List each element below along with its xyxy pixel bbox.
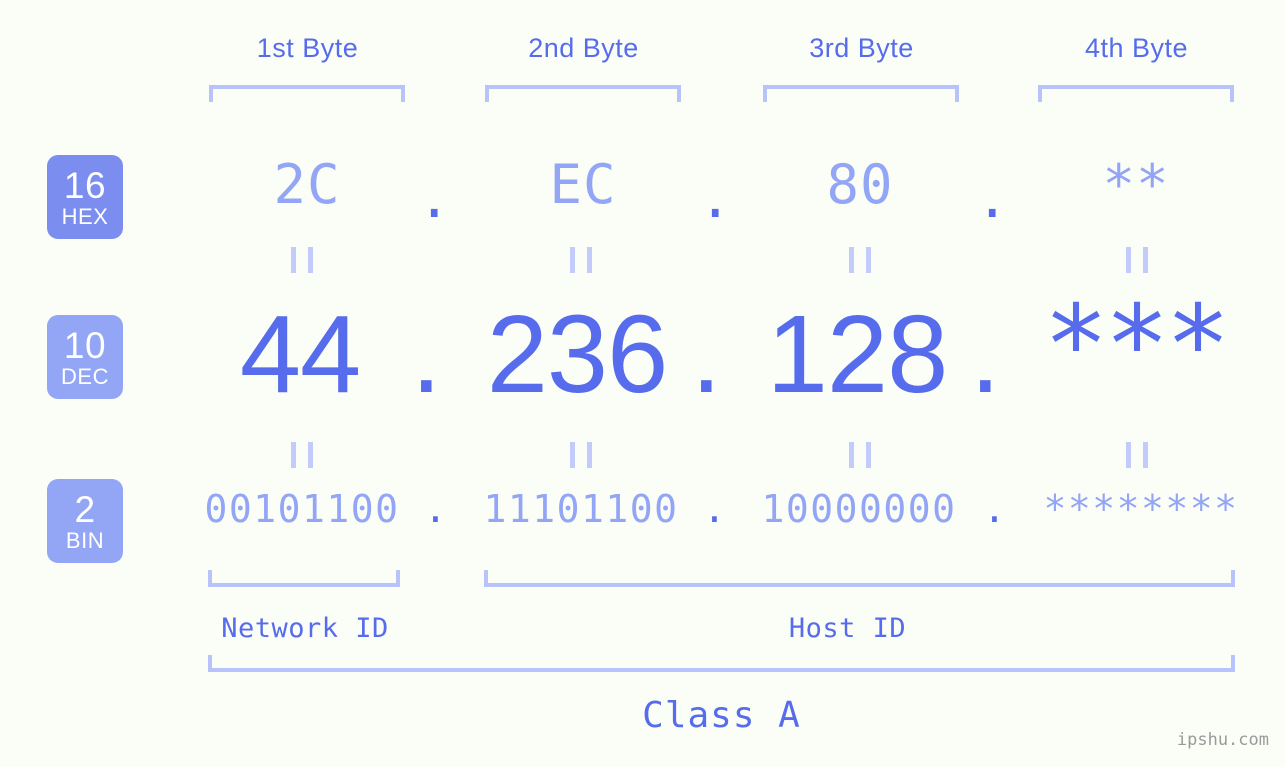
hex-byte-3: 80 [826,153,894,216]
class-bracket [208,655,1235,672]
network-id-bracket [208,570,400,587]
byte-header-2: 2nd Byte [528,33,639,63]
connector-dec-bin-3 [849,442,871,468]
dec-separator-3: . [970,293,1001,416]
bin-separator-2: . [703,487,726,531]
hex-separator-1: . [418,167,451,230]
dec-separator-2: . [691,293,722,416]
dec-byte-4: *** [1043,283,1230,408]
hex-byte-4: ** [1102,153,1170,216]
dec-separator-1: . [411,293,442,416]
byte-header-4: 4th Byte [1084,33,1189,63]
connector-dec-bin-2 [570,442,592,468]
base-badge-dec: 10 DEC [47,315,123,399]
connector-hex-dec-2 [570,247,592,273]
base-badge-bin-label: BIN [65,527,105,553]
connector-dec-bin-1 [291,442,313,468]
base-badge-dec-number: 10 [63,324,107,366]
hex-separator-2: . [699,167,732,230]
class-label: Class A [642,695,801,736]
byte-bracket-2 [485,85,681,102]
connector-hex-dec-3 [849,247,871,273]
dec-byte-3: 128 [766,293,949,416]
bin-byte-3: 10000000 [761,487,957,531]
bin-separator-3: . [983,487,1006,531]
bin-separator-1: . [424,487,447,531]
connector-hex-dec-4 [1126,247,1148,273]
host-id-bracket [484,570,1235,587]
dec-byte-2: 236 [486,293,669,416]
base-badge-bin-number: 2 [74,488,96,530]
byte-bracket-3 [763,85,959,102]
host-id-label: Host ID [788,613,907,644]
connector-hex-dec-1 [291,247,313,273]
base-badge-hex-label: HEX [61,203,109,229]
base-badge-hex: 16 HEX [47,155,123,239]
watermark: ipshu.com [1176,730,1269,750]
byte-header-3: 3rd Byte [809,33,914,63]
dec-byte-1: 44 [239,293,361,416]
byte-bracket-1 [209,85,405,102]
hex-separator-3: . [976,167,1009,230]
hex-byte-1: 2C [273,153,341,216]
hex-byte-2: EC [549,153,617,216]
bin-byte-1: 00101100 [204,487,400,531]
base-badge-hex-number: 16 [63,164,107,206]
byte-header-1: 1st Byte [256,33,359,63]
network-id-label: Network ID [221,613,389,644]
base-badge-dec-label: DEC [61,363,109,389]
bin-byte-4: ******** [1043,487,1239,531]
bin-byte-2: 11101100 [483,487,679,531]
base-badge-bin: 2 BIN [47,479,123,563]
byte-bracket-4 [1038,85,1234,102]
connector-dec-bin-4 [1126,442,1148,468]
ip-breakdown-diagram: 1st Byte 2nd Byte 3rd Byte 4th Byte 16 H… [0,0,1285,767]
